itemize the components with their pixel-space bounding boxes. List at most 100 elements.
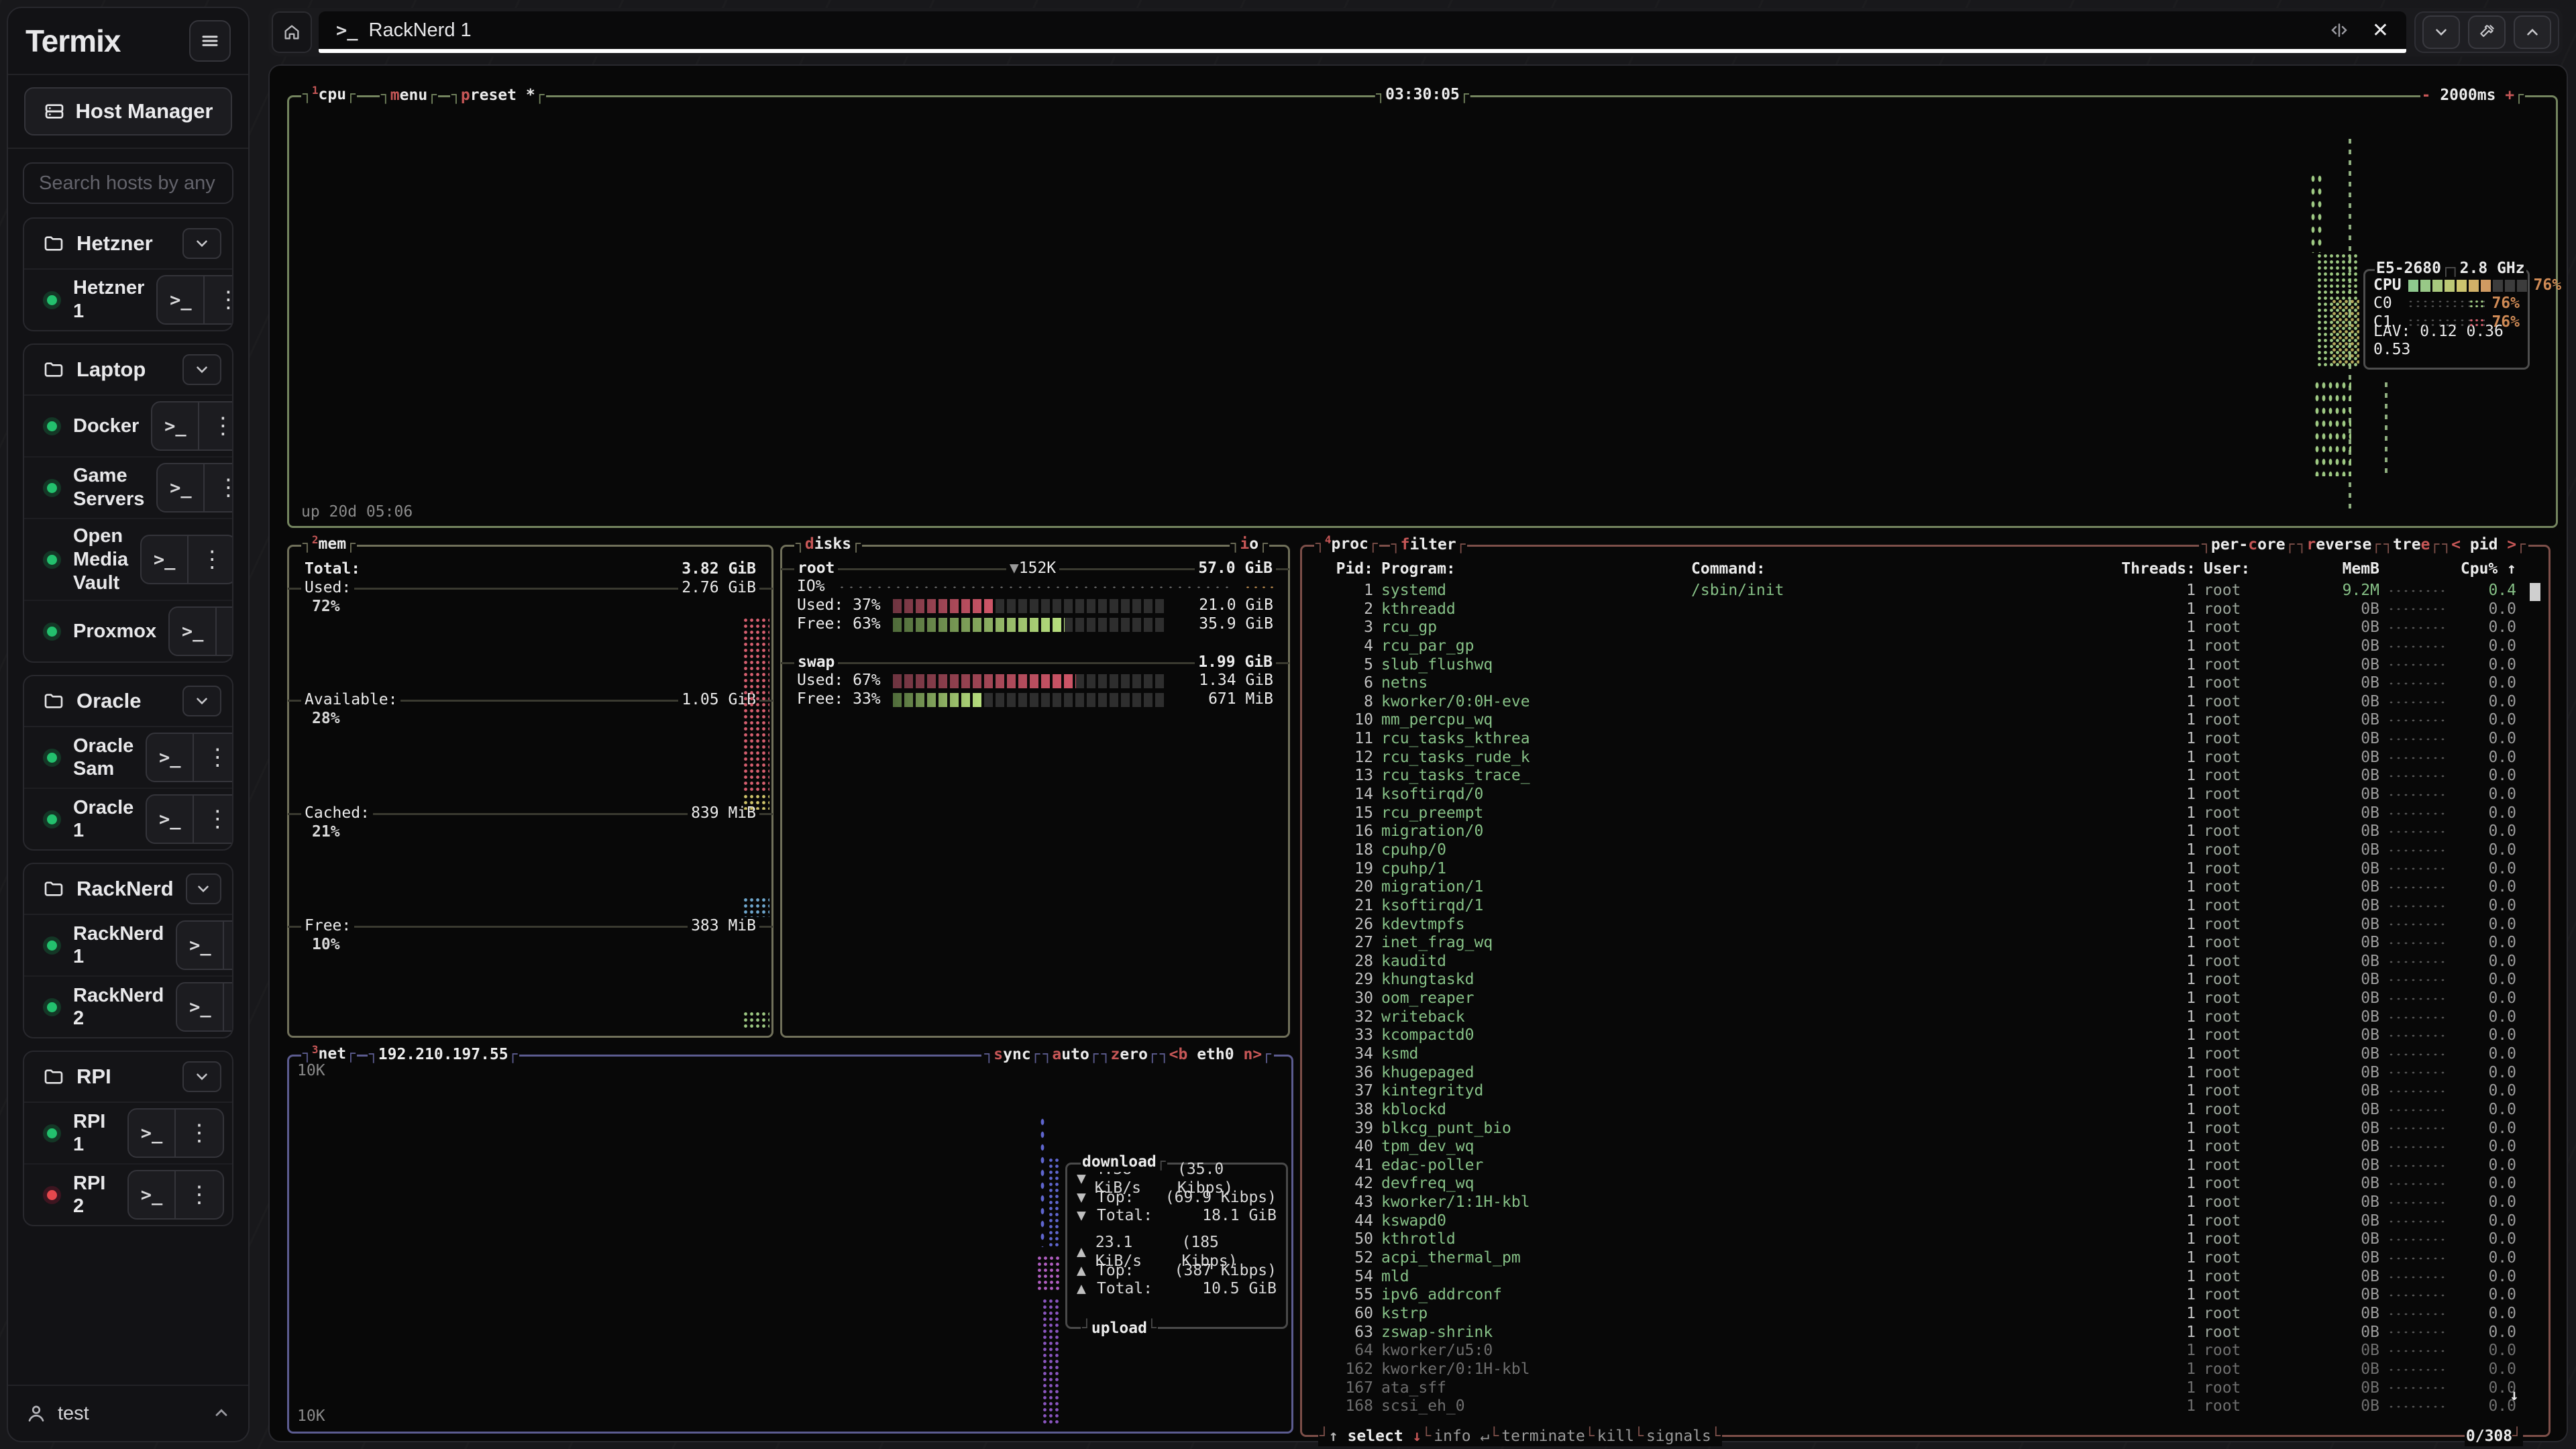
group-header-racknerd[interactable]: RackNerd — [24, 864, 232, 915]
tools-button[interactable] — [2468, 15, 2506, 49]
proc-row-64[interactable]: 64kworker/u5:01root0B0.0 — [1302, 1342, 2548, 1360]
proc-filter-control[interactable]: ┐filter┌ — [1390, 536, 1467, 555]
host-menu-button[interactable]: ⋮ — [217, 608, 233, 655]
host-row-oracle-sam[interactable]: Oracle Sam>_⋮ — [24, 727, 232, 789]
host-row-open-media-vault[interactable]: Open Media Vault>_⋮ — [24, 519, 232, 601]
host-terminal-button[interactable]: >_ — [177, 922, 224, 969]
host-menu-button[interactable]: ⋮ — [224, 922, 233, 969]
footer-info[interactable]: info ↵└ — [1432, 1428, 1500, 1446]
footer-terminate[interactable]: terminate└ — [1500, 1428, 1595, 1446]
proc-tree-control[interactable]: ┐tree┌ — [2382, 536, 2440, 555]
proc-row-18[interactable]: 18cpuhp/01root0B0.0 — [1302, 841, 2548, 860]
terminal[interactable]: ┐1cpu┌ ┐menu┌ ┐preset *┌ ┐03:30:05┌ - 20… — [268, 64, 2568, 1442]
host-menu-button[interactable]: ⋮ — [205, 464, 233, 511]
group-header-oracle[interactable]: Oracle — [24, 676, 232, 727]
proc-row-2[interactable]: 2kthreadd1root0B0.0 — [1302, 600, 2548, 619]
proc-row-36[interactable]: 36khugepaged1root0B0.0 — [1302, 1064, 2548, 1083]
proc-row-3[interactable]: 3rcu_gp1root0B0.0 — [1302, 619, 2548, 637]
group-collapse-button[interactable] — [182, 686, 221, 716]
proc-row-27[interactable]: 27inet_frag_wq1root0B0.0 — [1302, 934, 2548, 953]
host-row-hetzner-1[interactable]: Hetzner 1>_⋮ — [24, 270, 232, 330]
proc-row-6[interactable]: 6netns1root0B0.0 — [1302, 674, 2548, 693]
expand-button[interactable] — [2514, 15, 2551, 49]
host-terminal-button[interactable]: >_ — [152, 402, 199, 449]
proc-sort-control[interactable]: ┐< pid >┌ — [2440, 536, 2527, 555]
group-header-hetzner[interactable]: Hetzner — [24, 219, 232, 270]
proc-row-168[interactable]: 168scsi_eh_01root0B0.0 — [1302, 1397, 2548, 1416]
close-tab-icon[interactable]: ✕ — [2372, 19, 2389, 42]
net-sync-control[interactable]: ┐sync┌ — [983, 1046, 1041, 1065]
proc-row-39[interactable]: 39blkcg_punt_bio1root0B0.0 — [1302, 1120, 2548, 1138]
proc-row-32[interactable]: 32writeback1root0B0.0 — [1302, 1008, 2548, 1027]
proc-row-50[interactable]: 50kthrotld1root0B0.0 — [1302, 1230, 2548, 1249]
footer-kill[interactable]: kill└ — [1596, 1428, 1645, 1446]
host-terminal-button[interactable]: >_ — [158, 464, 205, 511]
proc-row-63[interactable]: 63zswap-shrink1root0B0.0 — [1302, 1324, 2548, 1342]
host-row-proxmox[interactable]: Proxmox>_⋮ — [24, 601, 232, 661]
chevron-up-icon[interactable] — [212, 1404, 231, 1423]
proc-row-13[interactable]: 13rcu_tasks_trace_1root0B0.0 — [1302, 767, 2548, 786]
proc-reverse-control[interactable]: ┐reverse┌ — [2296, 536, 2383, 555]
host-terminal-button[interactable]: >_ — [129, 1171, 176, 1218]
host-menu-button[interactable]: ⋮ — [176, 1110, 223, 1157]
host-row-racknerd-1[interactable]: RackNerd 1>_⋮ — [24, 915, 232, 977]
host-terminal-button[interactable]: >_ — [147, 734, 194, 781]
proc-row-37[interactable]: 37kintegrityd1root0B0.0 — [1302, 1082, 2548, 1101]
host-menu-button[interactable]: ⋮ — [205, 276, 233, 323]
proc-row-54[interactable]: 54mld1root0B0.0 — [1302, 1268, 2548, 1287]
proc-row-33[interactable]: 33kcompactd01root0B0.0 — [1302, 1026, 2548, 1045]
proc-row-8[interactable]: 8kworker/0:0H-eve1root0B0.0 — [1302, 693, 2548, 712]
search-input[interactable] — [23, 162, 233, 204]
host-row-rpi-2[interactable]: RPI 2>_⋮ — [24, 1165, 232, 1225]
host-menu-button[interactable]: ⋮ — [176, 1171, 223, 1218]
host-row-racknerd-2[interactable]: RackNerd 2>_⋮ — [24, 977, 232, 1037]
proc-row-162[interactable]: 162kworker/0:1H-kbl1root0B0.0 — [1302, 1360, 2548, 1379]
net-interface-control[interactable]: ┐<b eth0 n>┌ — [1159, 1046, 1273, 1065]
group-header-laptop[interactable]: Laptop — [24, 345, 232, 396]
group-collapse-button[interactable] — [182, 354, 221, 385]
host-terminal-button[interactable]: >_ — [142, 536, 189, 583]
proc-row-26[interactable]: 26kdevtmpfs1root0B0.0 — [1302, 916, 2548, 934]
proc-row-16[interactable]: 16migration/01root0B0.0 — [1302, 822, 2548, 841]
proc-row-30[interactable]: 30oom_reaper1root0B0.0 — [1302, 989, 2548, 1008]
host-menu-button[interactable]: ⋮ — [194, 796, 233, 843]
proc-row-60[interactable]: 60kstrp1root0B0.0 — [1302, 1305, 2548, 1324]
user-bar[interactable]: test — [8, 1385, 248, 1441]
host-menu-button[interactable]: ⋮ — [189, 536, 233, 583]
host-terminal-button[interactable]: >_ — [129, 1110, 176, 1157]
update-interval-control[interactable]: - 2000ms +┌ — [2420, 87, 2525, 105]
proc-percore-control[interactable]: ┐per-core┌ — [2200, 536, 2296, 555]
proc-row-12[interactable]: 12rcu_tasks_rude_k1root0B0.0 — [1302, 749, 2548, 767]
menu-control[interactable]: ┐menu┌ — [380, 87, 438, 105]
proc-row-55[interactable]: 55ipv6_addrconf1root0B0.0 — [1302, 1286, 2548, 1305]
proc-row-44[interactable]: 44kswapd01root0B0.0 — [1302, 1212, 2548, 1231]
proc-row-38[interactable]: 38kblockd1root0B0.0 — [1302, 1101, 2548, 1120]
host-row-rpi-1[interactable]: RPI 1>_⋮ — [24, 1103, 232, 1165]
proc-row-42[interactable]: 42devfreq_wq1root0B0.0 — [1302, 1175, 2548, 1193]
proc-row-19[interactable]: 19cpuhp/11root0B0.0 — [1302, 860, 2548, 879]
proc-row-5[interactable]: 5slub_flushwq1root0B0.0 — [1302, 656, 2548, 675]
host-manager-button[interactable]: Host Manager — [24, 87, 232, 136]
host-menu-button[interactable]: ⋮ — [224, 983, 233, 1030]
proc-row-1[interactable]: 1systemd/sbin/init1root9.2M0.4 — [1302, 582, 2548, 600]
host-row-oracle-1[interactable]: Oracle 1>_⋮ — [24, 789, 232, 849]
proc-row-40[interactable]: 40tpm_dev_wq1root0B0.0 — [1302, 1138, 2548, 1157]
host-terminal-button[interactable]: >_ — [158, 276, 205, 323]
group-collapse-button[interactable] — [182, 228, 221, 259]
net-zero-control[interactable]: ┐zero┌ — [1100, 1046, 1159, 1065]
proc-row-52[interactable]: 52acpi_thermal_pm1root0B0.0 — [1302, 1249, 2548, 1268]
host-menu-button[interactable]: ⋮ — [199, 402, 233, 449]
group-collapse-button[interactable] — [186, 873, 221, 904]
net-auto-control[interactable]: ┐auto┌ — [1042, 1046, 1100, 1065]
proc-scrollbar-thumb[interactable] — [2530, 583, 2540, 601]
group-header-rpi[interactable]: RPI — [24, 1052, 232, 1103]
sidebar-menu-button[interactable] — [189, 20, 231, 62]
host-terminal-button[interactable]: >_ — [170, 608, 217, 655]
proc-row-29[interactable]: 29khungtaskd1root0B0.0 — [1302, 971, 2548, 989]
footer-signals[interactable]: signals└ — [1645, 1428, 1722, 1446]
host-terminal-button[interactable]: >_ — [147, 796, 194, 843]
host-row-game-servers[interactable]: Game Servers>_⋮ — [24, 458, 232, 519]
host-menu-button[interactable]: ⋮ — [194, 734, 233, 781]
proc-row-167[interactable]: 167ata_sff1root0B0.0 — [1302, 1379, 2548, 1398]
host-terminal-button[interactable]: >_ — [177, 983, 224, 1030]
